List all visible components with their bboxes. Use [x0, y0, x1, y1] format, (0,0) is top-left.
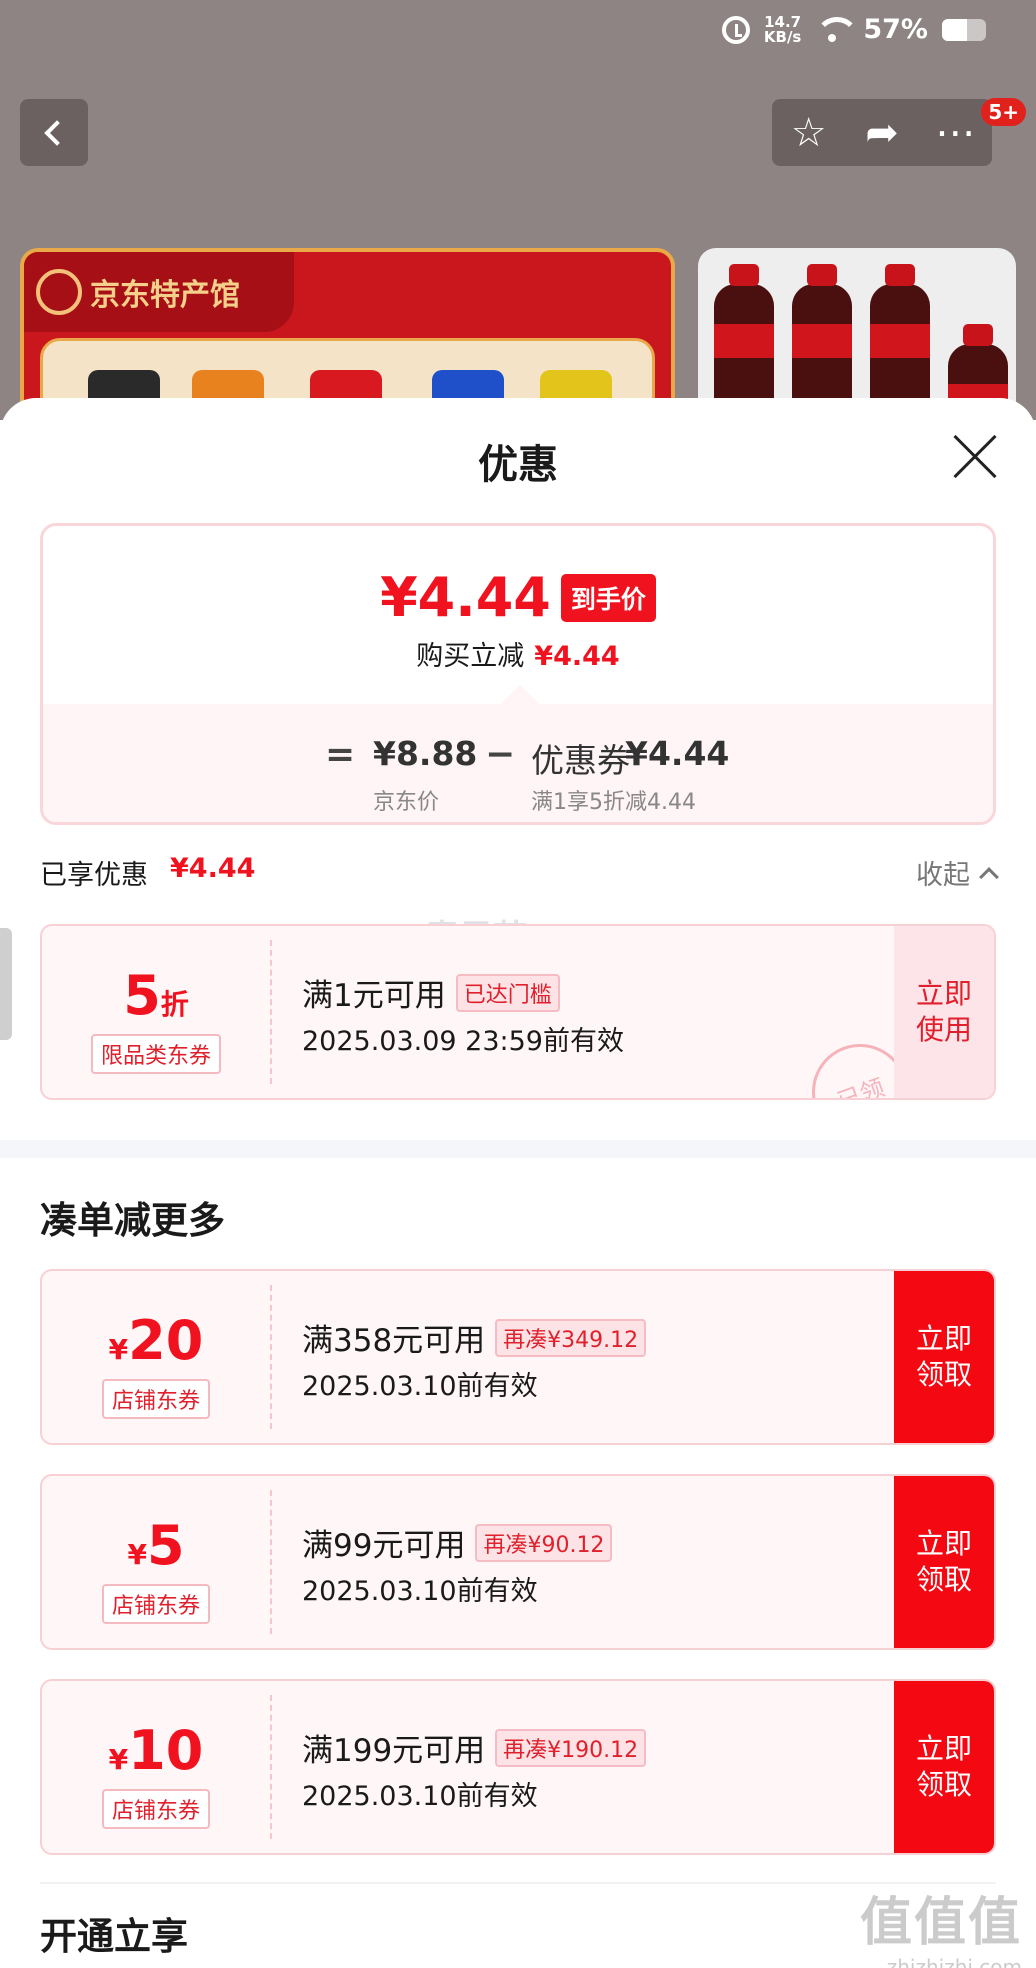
coupon-type: 店铺东券	[101, 1379, 210, 1419]
claim-now-button[interactable]: 立即领取	[894, 1271, 994, 1443]
chevron-left-icon	[44, 119, 70, 146]
product-page-background: 14.7 KB/s 57% ☆ ➦ ⋯ 5+ 京东特产馆	[0, 0, 1036, 420]
jd-price-label: 京东价	[373, 790, 440, 815]
coupon-type: 限品类东券	[90, 1034, 221, 1074]
coupon-type: 店铺东券	[101, 1789, 210, 1829]
status-bar: 14.7 KB/s 57%	[0, 0, 1036, 72]
claim-now-button[interactable]: 立即领取	[894, 1476, 994, 1648]
share-icon[interactable]: ➦	[857, 113, 907, 153]
coupon-condition: 满1元可用	[302, 978, 446, 1014]
coupon-tag: 再凑¥90.12	[475, 1523, 613, 1562]
banner-tab: 京东特产馆	[24, 252, 294, 332]
coupon-expiry: 2025.03.10前有效	[302, 1781, 538, 1812]
coupon-condition: 满99元可用	[302, 1528, 466, 1564]
store-coupon: ¥5 店铺东券 满99元可用 再凑¥90.12 2025.03.10前有效 立即领…	[40, 1474, 996, 1650]
coupon-value: 10	[128, 1719, 204, 1782]
alarm-icon	[721, 15, 750, 44]
battery-percent: 57%	[863, 14, 928, 45]
final-price: ¥4.44	[380, 566, 551, 629]
close-icon[interactable]	[952, 434, 998, 480]
coupon-desc: 满1享5折减4.44	[531, 790, 696, 815]
discount-sheet: 优惠 ¥4.44 到手价 购买立减 ¥4.44 = ¥8.88 京东价 − 优惠券…	[0, 398, 1036, 1968]
coupon-value: 20	[128, 1309, 204, 1372]
final-price-tag: 到手价	[560, 573, 656, 622]
used-coupon: 5折 限品类东券 满1元可用 已达门槛 2025.03.09 23:59前有效 已…	[40, 924, 996, 1100]
coupon-tag: 再凑¥190.12	[495, 1728, 647, 1767]
coupon-condition: 满199元可用	[302, 1733, 486, 1769]
instant-discount: 购买立减 ¥4.44	[416, 641, 620, 672]
network-speed: 14.7 KB/s	[763, 12, 802, 46]
coupon-type: 店铺东券	[101, 1584, 210, 1624]
collapse-toggle[interactable]: 收起	[916, 853, 999, 892]
coupon-condition: 满358元可用	[302, 1323, 486, 1359]
coupon-expiry: 2025.03.09 23:59前有效	[302, 1026, 624, 1057]
product-image[interactable]	[698, 248, 1016, 420]
coupon-value: 5	[123, 964, 161, 1027]
price-breakdown-card: ¥4.44 到手价 购买立减 ¥4.44 = ¥8.88 京东价 − 优惠券 ¥4…	[40, 523, 996, 825]
store-coupon: ¥10 店铺东券 满199元可用 再凑¥190.12 2025.03.10前有效 …	[40, 1679, 996, 1855]
star-icon[interactable]: ☆	[784, 113, 834, 153]
site-watermark: 值值值 zhizhizhi.com	[859, 1893, 1022, 1968]
banner-tab-label: 京东特产馆	[90, 278, 240, 313]
enjoyed-discount-row: 已享优惠 ¥4.44 收起	[40, 853, 999, 893]
coupon-expiry: 2025.03.10前有效	[302, 1576, 538, 1607]
coupon-expiry: 2025.03.10前有效	[302, 1371, 538, 1402]
back-button[interactable]	[20, 99, 88, 166]
seal-icon	[36, 269, 82, 315]
coupon-tag: 已达门槛	[455, 973, 560, 1012]
wifi-icon	[815, 16, 860, 43]
coupon-amount: ¥4.44	[625, 734, 730, 773]
section-title-more: 凑单减更多	[40, 1199, 225, 1242]
section-title-membership: 开通立享	[40, 1915, 188, 1958]
notification-badge: 5+	[981, 98, 1026, 126]
enjoyed-amount: ¥4.44	[170, 853, 256, 884]
enjoyed-label: 已享优惠	[40, 860, 148, 891]
coupon-label: 优惠券	[531, 741, 630, 780]
jd-price: ¥8.88	[373, 734, 478, 773]
battery-icon	[942, 18, 986, 41]
coupon-value: 5	[146, 1514, 185, 1577]
price-formula: = ¥8.88 京东价 − 优惠券 ¥4.44 满1享5折减4.44	[325, 734, 730, 815]
store-coupon: ¥20 店铺东券 满358元可用 再凑¥349.12 2025.03.10前有效 …	[40, 1269, 996, 1445]
more-icon[interactable]: ⋯	[930, 113, 980, 153]
coupon-tag: 再凑¥349.12	[495, 1318, 647, 1357]
claim-now-button[interactable]: 立即领取	[894, 1681, 994, 1853]
use-now-button[interactable]: 立即使用	[894, 926, 994, 1098]
chevron-up-icon	[979, 866, 999, 887]
side-handle[interactable]	[0, 928, 12, 1040]
header-actions: ☆ ➦ ⋯	[772, 99, 992, 166]
sheet-title: 优惠	[478, 442, 558, 488]
